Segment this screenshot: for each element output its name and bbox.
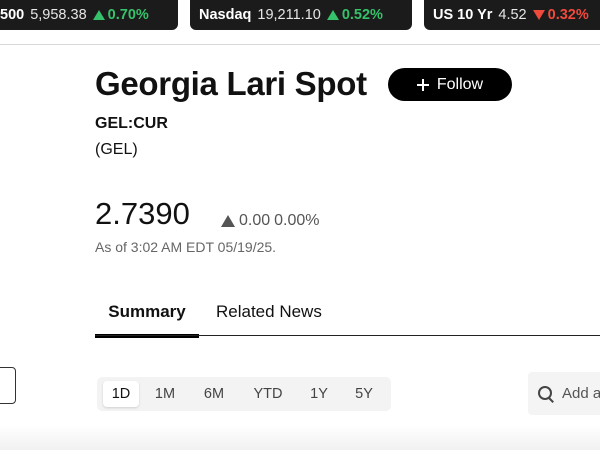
price-change-percent: 0.00% [274,212,320,229]
tab-bar: Summary Related News [95,302,600,338]
ticker-value: 19,211.10 [257,7,321,23]
ticker-change: 0.70% [92,7,149,23]
price-change: 0.00 0.00% [221,212,320,230]
range-5y-button[interactable]: 5Y [350,381,378,407]
price-value: 2.7390 [95,196,190,231]
tab-related-news[interactable]: Related News [216,302,322,333]
follow-button-label: Follow [436,75,484,93]
range-1m-button[interactable]: 1M [150,381,180,407]
currency-code: (GEL) [95,141,138,158]
as-of-timestamp: As of 3:02 AM EDT 05/19/25. [95,239,277,255]
ticker-nasdaq[interactable]: Nasdaq 19,211.10 0.52% [190,0,412,30]
ticker-us10yr[interactable]: US 10 Yr 4.52 0.32% [424,0,600,30]
time-range-selector: 1D 1M 6M YTD 1Y 5Y [97,377,391,411]
ticker-name: US 10 Yr [433,7,493,23]
range-6m-button[interactable]: 6M [198,381,230,407]
ticker-change-value: 0.32% [547,7,589,23]
up-arrow-icon [221,215,235,227]
up-arrow-icon [92,10,105,20]
compare-search-input[interactable] [560,384,600,403]
range-ytd-button[interactable]: YTD [248,381,288,407]
comparison-search[interactable] [528,372,600,415]
tabs-divider [95,335,600,336]
ticker-value: 4.52 [498,7,527,23]
tab-summary[interactable]: Summary [95,302,199,333]
ticker-name: Nasdaq [199,7,252,23]
market-ticker-strip: 500 5,958.38 0.70% Nasdaq 19,211.10 0.52… [0,0,600,44]
ticker-value: 5,958.38 [30,7,87,23]
bottom-fade [0,425,600,450]
range-1y-button[interactable]: 1Y [306,381,332,407]
down-arrow-icon [532,10,545,20]
search-icon [538,385,554,402]
ticker-symbol: GEL:CUR [95,115,168,132]
plus-icon [416,78,429,91]
up-arrow-icon [326,10,339,20]
ticker-change: 0.32% [532,7,589,23]
page-title: Georgia Lari Spot [95,65,367,102]
header-divider [0,44,600,45]
ticker-change-value: 0.70% [107,7,149,23]
ticker-change-value: 0.52% [341,7,383,23]
price-change-value: 0.00 [239,212,271,229]
page: 500 5,958.38 0.70% Nasdaq 19,211.10 0.52… [0,0,600,450]
ticker-change: 0.52% [326,7,383,23]
range-1d-button[interactable]: 1D [103,381,139,407]
chart-toggle-box[interactable] [0,367,16,404]
ticker-sp500[interactable]: 500 5,958.38 0.70% [0,0,178,30]
follow-button[interactable]: Follow [388,68,512,101]
ticker-name: 500 [0,7,25,23]
